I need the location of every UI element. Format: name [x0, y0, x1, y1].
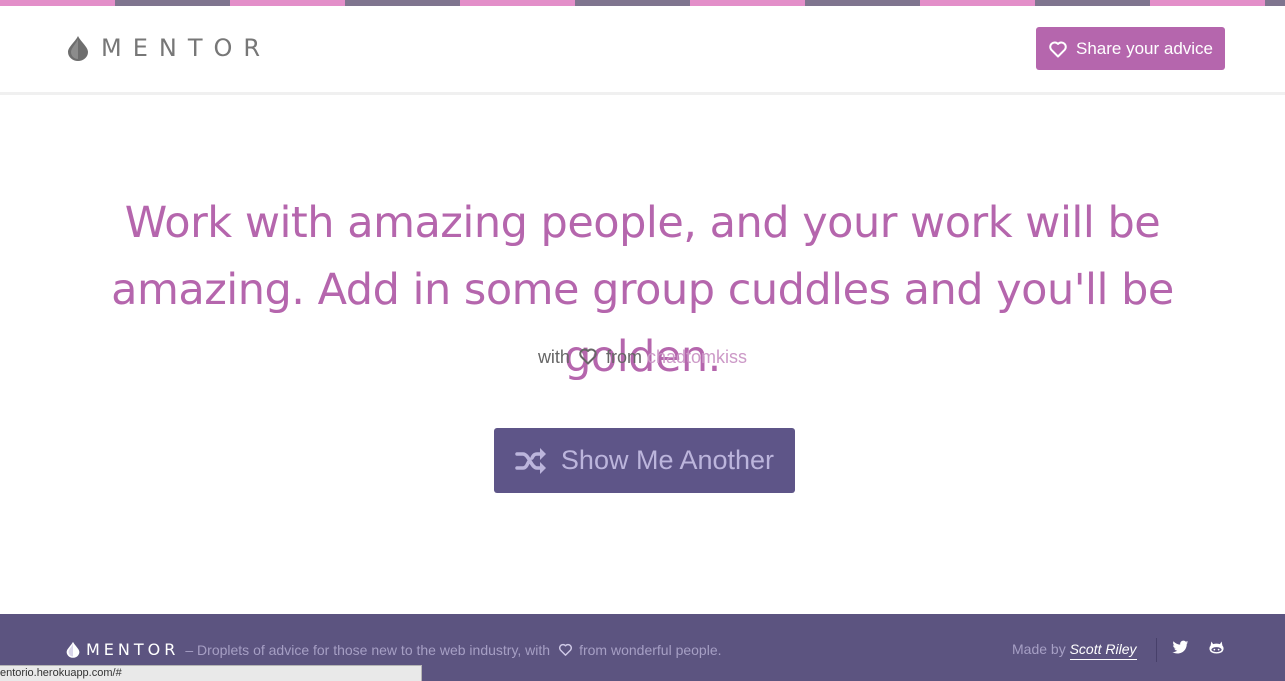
from-label: from: [605, 347, 642, 367]
footer-tagline: – Droplets of advice for those new to th…: [185, 642, 721, 658]
twitter-icon[interactable]: [1172, 640, 1189, 655]
footer-divider: [1156, 638, 1157, 662]
author-credit-link[interactable]: Scott Riley: [1069, 641, 1137, 660]
shuffle-icon: [515, 447, 546, 474]
share-advice-label: Share your advice: [1075, 38, 1214, 58]
footer-wordmark: MENTOR: [86, 640, 180, 659]
author-link[interactable]: chadtomkiss: [647, 347, 747, 367]
droplet-icon: [68, 36, 88, 61]
heart-outline-icon: [559, 643, 573, 656]
show-another-label: Show Me Another: [560, 445, 775, 475]
tagline-after: from wonderful people.: [579, 641, 722, 658]
tagline-before: – Droplets of advice for those new to th…: [185, 641, 551, 658]
logo[interactable]: MENTOR: [67, 34, 271, 62]
made-by: Made by Scott Riley: [1012, 641, 1137, 660]
heart-outline-icon: [1049, 41, 1067, 57]
droplet-icon: [66, 641, 80, 658]
browser-status-bar: entorio.herokuapp.com/#: [0, 665, 422, 681]
github-icon[interactable]: [1208, 639, 1225, 656]
logo-wordmark: MENTOR: [101, 34, 272, 62]
with-label: with: [537, 347, 570, 367]
site-header: MENTOR Share your advice: [0, 6, 1285, 95]
show-another-button[interactable]: Show Me Another: [494, 428, 795, 493]
share-advice-button[interactable]: Share your advice: [1036, 27, 1225, 70]
heart-outline-icon: [579, 348, 597, 365]
made-by-label: Made by: [1012, 641, 1066, 657]
advice-credit: with from chadtomkiss: [0, 346, 1285, 368]
footer-logo: MENTOR – Droplets of advice for those ne…: [66, 640, 722, 659]
